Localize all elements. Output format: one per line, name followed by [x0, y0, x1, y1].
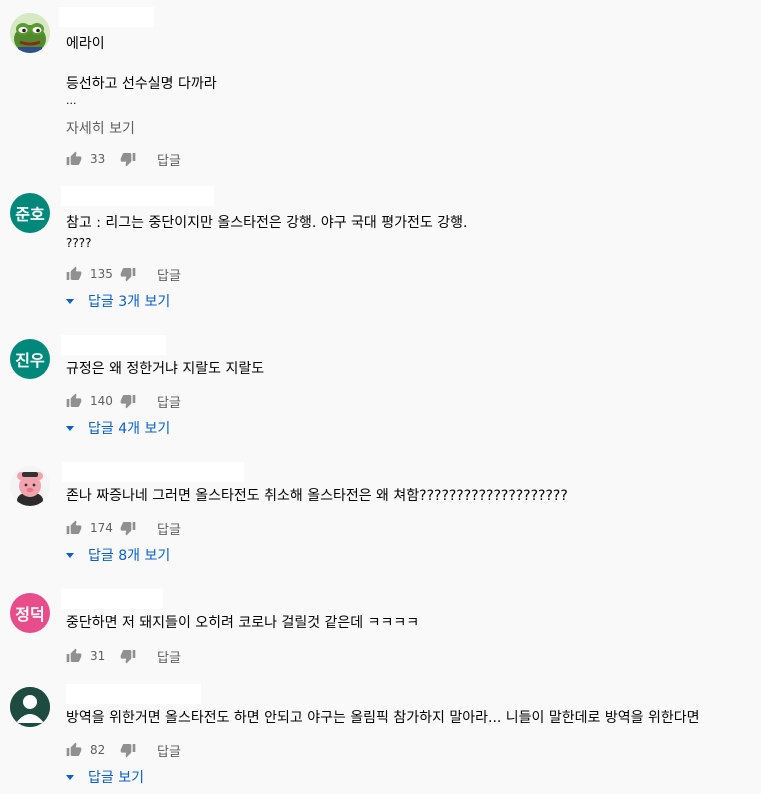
author-name[interactable]: [59, 7, 154, 27]
author-name[interactable]: [61, 186, 214, 206]
comment-actions: 174 답글: [66, 518, 181, 538]
thumbs-up-icon[interactable]: [66, 266, 82, 282]
reply-button[interactable]: 답글: [157, 741, 181, 760]
reply-button[interactable]: 답글: [157, 519, 181, 538]
comment-text: 존나 짜증나네 그러면 올스타전도 취소해 올스타전은 왜 쳐함????????…: [66, 488, 568, 504]
comment-text: 중단하면 저 돼지들이 오히려 코로나 걸릴것 같은데 ㅋㅋㅋㅋ: [66, 615, 420, 631]
chevron-down-icon: [66, 425, 74, 431]
like-count: 135: [90, 267, 113, 281]
chevron-down-icon: [66, 552, 74, 558]
thumbs-down-icon[interactable]: [120, 742, 136, 758]
avatar[interactable]: [10, 687, 50, 727]
comment-actions: 31 답글: [66, 646, 181, 666]
comment-text: 규정은 왜 정한거냐 지랄도 지랄도: [66, 361, 265, 377]
like-count: 174: [90, 521, 113, 535]
default-user-icon: [10, 687, 50, 727]
thumbs-up-icon[interactable]: [66, 742, 82, 758]
thumbs-up-icon[interactable]: [66, 151, 82, 167]
comment-actions: 140 답글: [66, 391, 181, 411]
reply-button[interactable]: 답글: [157, 265, 181, 284]
author-name[interactable]: [62, 462, 244, 482]
thumbs-down-icon[interactable]: [120, 648, 136, 664]
thumbs-up-icon[interactable]: [66, 648, 82, 664]
author-name[interactable]: [61, 335, 166, 355]
author-name[interactable]: [61, 589, 163, 609]
like-count: 31: [90, 649, 106, 663]
view-replies-label: 답글 8개 보기: [88, 548, 171, 564]
like-count: 82: [90, 743, 106, 757]
thumbs-up-icon[interactable]: [66, 520, 82, 536]
comment-actions: 135 답글: [66, 264, 181, 284]
read-more-link[interactable]: 자세히 보기: [66, 118, 135, 138]
chevron-down-icon: [66, 774, 74, 780]
view-replies-button[interactable]: 답글 8개 보기: [66, 545, 170, 565]
frog-avatar-icon: [10, 13, 50, 53]
reply-button[interactable]: 답글: [157, 150, 181, 169]
reply-button[interactable]: 답글: [157, 392, 181, 411]
comment-text: 방역을 위한거면 올스타전도 하면 안되고 야구는 올림픽 참가하지 말아라..…: [66, 710, 700, 726]
avatar[interactable]: [10, 13, 50, 53]
view-replies-button[interactable]: 답글 4개 보기: [66, 418, 170, 438]
thumbs-down-icon[interactable]: [120, 393, 136, 409]
thumbs-down-icon[interactable]: [120, 520, 136, 536]
comment-text: ????: [66, 236, 92, 250]
avatar[interactable]: [10, 466, 50, 506]
chevron-down-icon: [66, 298, 74, 304]
view-replies-label: 답글 3개 보기: [88, 294, 171, 310]
comment-actions: 33 답글: [66, 149, 181, 169]
comment-text: 에라이: [66, 36, 105, 52]
like-count: 33: [90, 152, 106, 166]
view-replies-label: 답글 보기: [88, 770, 144, 786]
like-count: 140: [90, 394, 113, 408]
view-replies-button[interactable]: 답글 보기: [66, 767, 144, 787]
thumbs-up-icon[interactable]: [66, 393, 82, 409]
character-avatar-icon: [10, 466, 50, 506]
thumbs-down-icon[interactable]: [120, 266, 136, 282]
view-replies-label: 답글 4개 보기: [88, 421, 171, 437]
avatar[interactable]: 진우: [10, 339, 50, 379]
comment-text: 참고 : 리그는 중단이지만 올스타전은 강행. 야구 국대 평가전도 강행.: [66, 215, 468, 231]
thumbs-down-icon[interactable]: [120, 151, 136, 167]
view-replies-button[interactable]: 답글 3개 보기: [66, 291, 170, 311]
author-name[interactable]: [66, 684, 201, 704]
comment-text: 등선하고 선수실명 다까라: [66, 76, 217, 92]
avatar[interactable]: 정덕: [10, 593, 50, 633]
comment-text: ...: [66, 94, 77, 107]
comment-actions: 82 답글: [66, 740, 181, 760]
reply-button[interactable]: 답글: [157, 647, 181, 666]
avatar[interactable]: 준호: [10, 193, 50, 233]
